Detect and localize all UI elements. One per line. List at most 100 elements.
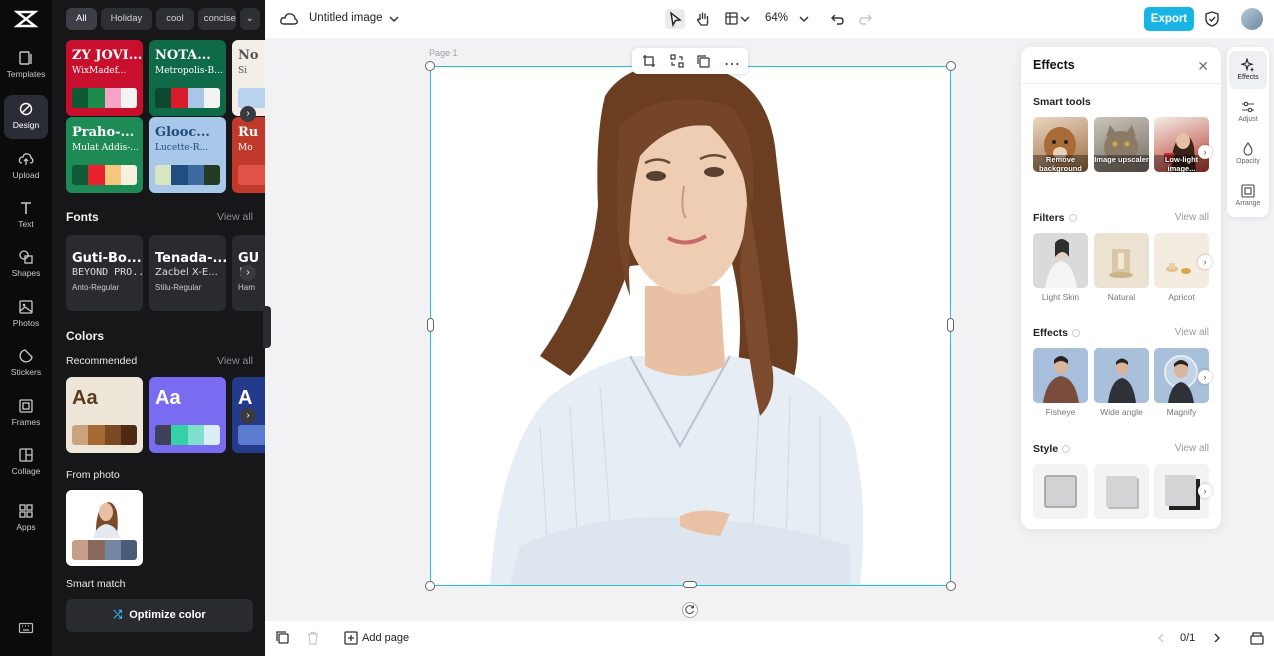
style-template-tile[interactable]: Praho-... Mulat Addis-... bbox=[66, 117, 143, 193]
resize-handle-top-right[interactable] bbox=[946, 61, 956, 71]
remove-background-tool[interactable]: Remove background bbox=[1033, 117, 1088, 172]
rail-upload[interactable]: Upload bbox=[4, 145, 48, 189]
rail-design[interactable]: Design bbox=[4, 95, 48, 139]
filter-natural[interactable] bbox=[1094, 233, 1149, 288]
rail-photos[interactable]: Photos bbox=[4, 293, 48, 337]
smart-select-icon[interactable] bbox=[670, 54, 684, 68]
optimize-color-button[interactable]: ⤮ Optimize color bbox=[66, 599, 253, 632]
rail-label: Text bbox=[18, 219, 34, 229]
fonts-next-icon[interactable]: › bbox=[240, 265, 256, 281]
filters-next-icon[interactable]: › bbox=[1198, 255, 1212, 269]
more-options-icon[interactable]: ⋯ bbox=[724, 54, 740, 73]
next-page-icon[interactable] bbox=[1211, 632, 1223, 644]
rail-collage[interactable]: Collage bbox=[4, 441, 48, 485]
style-template-tile[interactable]: Glooc... Lucette-R... bbox=[149, 117, 226, 193]
cloud-icon[interactable] bbox=[279, 9, 299, 29]
capcut-logo-icon[interactable] bbox=[14, 8, 38, 30]
rail-templates[interactable]: Templates bbox=[4, 44, 48, 88]
bottom-bar: Add page 0/1 bbox=[265, 621, 1274, 656]
duplicate-icon[interactable] bbox=[696, 54, 710, 68]
resize-chevron-icon[interactable] bbox=[739, 12, 751, 26]
style-option[interactable] bbox=[1033, 464, 1088, 519]
filter-light-skin[interactable] bbox=[1033, 233, 1088, 288]
style-template-tile[interactable]: No Si bbox=[232, 40, 265, 116]
resize-handle-top-left[interactable] bbox=[425, 61, 435, 71]
style-template-tile[interactable]: Ru Mo bbox=[232, 117, 265, 193]
colors-next-icon[interactable]: › bbox=[240, 408, 256, 424]
smart-tools-next-icon[interactable]: › bbox=[1198, 145, 1212, 159]
font-tile[interactable]: Tenada-... Zacbel X-E... Stilu-Regular bbox=[149, 235, 226, 311]
select-tool-icon[interactable] bbox=[665, 9, 685, 29]
font-tile[interactable]: Guti-Bo... BEYOND PRO... Anto-Regular bbox=[66, 235, 143, 311]
pages-panel-icon[interactable] bbox=[1250, 631, 1264, 645]
swatch bbox=[88, 88, 105, 108]
undo-icon[interactable] bbox=[828, 9, 848, 29]
rotate-icon[interactable] bbox=[682, 602, 698, 618]
right-rail-effects[interactable]: Effects bbox=[1229, 51, 1267, 89]
chip-cool[interactable]: cool bbox=[156, 8, 194, 30]
keyboard-icon[interactable] bbox=[18, 620, 34, 636]
hand-tool-icon[interactable] bbox=[693, 9, 713, 29]
style-option[interactable] bbox=[1094, 464, 1149, 519]
effects-heading: Effects bbox=[1033, 327, 1081, 339]
resize-handle-bottom-left[interactable] bbox=[425, 581, 435, 591]
page-copy-icon[interactable] bbox=[276, 631, 290, 645]
fonts-view-all[interactable]: View all bbox=[217, 211, 253, 223]
styles-next-icon[interactable]: › bbox=[240, 106, 256, 122]
effect-wide-angle[interactable] bbox=[1094, 348, 1149, 403]
resize-handle-bottom[interactable] bbox=[683, 581, 697, 588]
add-page-icon[interactable] bbox=[344, 631, 358, 645]
color-palette-tile[interactable]: Aa bbox=[66, 377, 143, 453]
style-template-tile[interactable]: NOTA... Metropolis-B... bbox=[149, 40, 226, 116]
add-page-button[interactable]: Add page bbox=[362, 632, 409, 644]
from-photo-tile[interactable] bbox=[66, 490, 143, 566]
effects-view-all[interactable]: View all bbox=[1175, 327, 1209, 338]
swatch bbox=[120, 88, 137, 108]
prev-page-icon[interactable] bbox=[1155, 632, 1167, 644]
filters-view-all[interactable]: View all bbox=[1175, 212, 1209, 223]
redo-icon[interactable] bbox=[855, 9, 875, 29]
rail-text[interactable]: Text bbox=[4, 194, 48, 238]
resize-handle-left[interactable] bbox=[427, 318, 434, 332]
chip-holiday[interactable]: Holiday bbox=[100, 8, 153, 30]
right-rail-adjust[interactable]: Adjust bbox=[1229, 93, 1267, 131]
avatar[interactable] bbox=[1241, 8, 1263, 30]
crop-icon[interactable] bbox=[642, 54, 656, 68]
low-light-image-tool[interactable]: Low-light image... bbox=[1154, 117, 1209, 172]
style-next-icon[interactable]: › bbox=[1198, 484, 1212, 498]
photo-thumbnail bbox=[66, 490, 143, 538]
panel-collapse-handle[interactable] bbox=[263, 306, 271, 348]
document-title[interactable]: Untitled image bbox=[309, 12, 383, 24]
export-button[interactable]: Export bbox=[1144, 7, 1194, 31]
effects-next-icon[interactable]: › bbox=[1198, 370, 1212, 384]
chevron-down-icon[interactable] bbox=[387, 12, 401, 26]
resize-handle-right[interactable] bbox=[947, 318, 954, 332]
style-view-all[interactable]: View all bbox=[1175, 443, 1209, 454]
trash-icon[interactable] bbox=[306, 631, 320, 645]
shield-icon[interactable] bbox=[1202, 9, 1222, 29]
rail-stickers[interactable]: Stickers bbox=[4, 342, 48, 386]
chips-dropdown-icon[interactable]: ⌄ bbox=[239, 8, 260, 30]
rail-frames[interactable]: Frames bbox=[4, 392, 48, 436]
close-icon[interactable]: ✕ bbox=[1197, 58, 1209, 75]
zoom-level[interactable]: 64% bbox=[765, 12, 788, 24]
rail-apps[interactable]: Apps bbox=[4, 497, 48, 541]
resize-handle-bottom-right[interactable] bbox=[946, 581, 956, 591]
rail-shapes[interactable]: Shapes bbox=[4, 243, 48, 287]
rail-label: Photos bbox=[12, 318, 40, 328]
effect-fisheye[interactable] bbox=[1033, 348, 1088, 403]
right-rail-opacity[interactable]: Opacity bbox=[1229, 135, 1267, 173]
divider bbox=[1021, 83, 1221, 84]
filter-thumbnail bbox=[1033, 233, 1088, 288]
style-title: Ru bbox=[238, 125, 259, 140]
colors-view-all[interactable]: View all bbox=[217, 355, 253, 367]
image-upscaler-tool[interactable]: Image upscaler bbox=[1094, 117, 1149, 172]
chip-concise[interactable]: concise bbox=[197, 8, 236, 30]
palette-sample-text: A bbox=[238, 387, 253, 409]
zoom-chevron-icon[interactable] bbox=[797, 12, 811, 26]
right-rail-arrange[interactable]: Arrange bbox=[1229, 177, 1267, 215]
style-template-tile[interactable]: ZY JOVI... WixMadef... bbox=[66, 40, 143, 116]
color-palette-tile[interactable]: Aa bbox=[149, 377, 226, 453]
selection-frame bbox=[430, 66, 951, 586]
chip-all[interactable]: All bbox=[66, 8, 97, 30]
